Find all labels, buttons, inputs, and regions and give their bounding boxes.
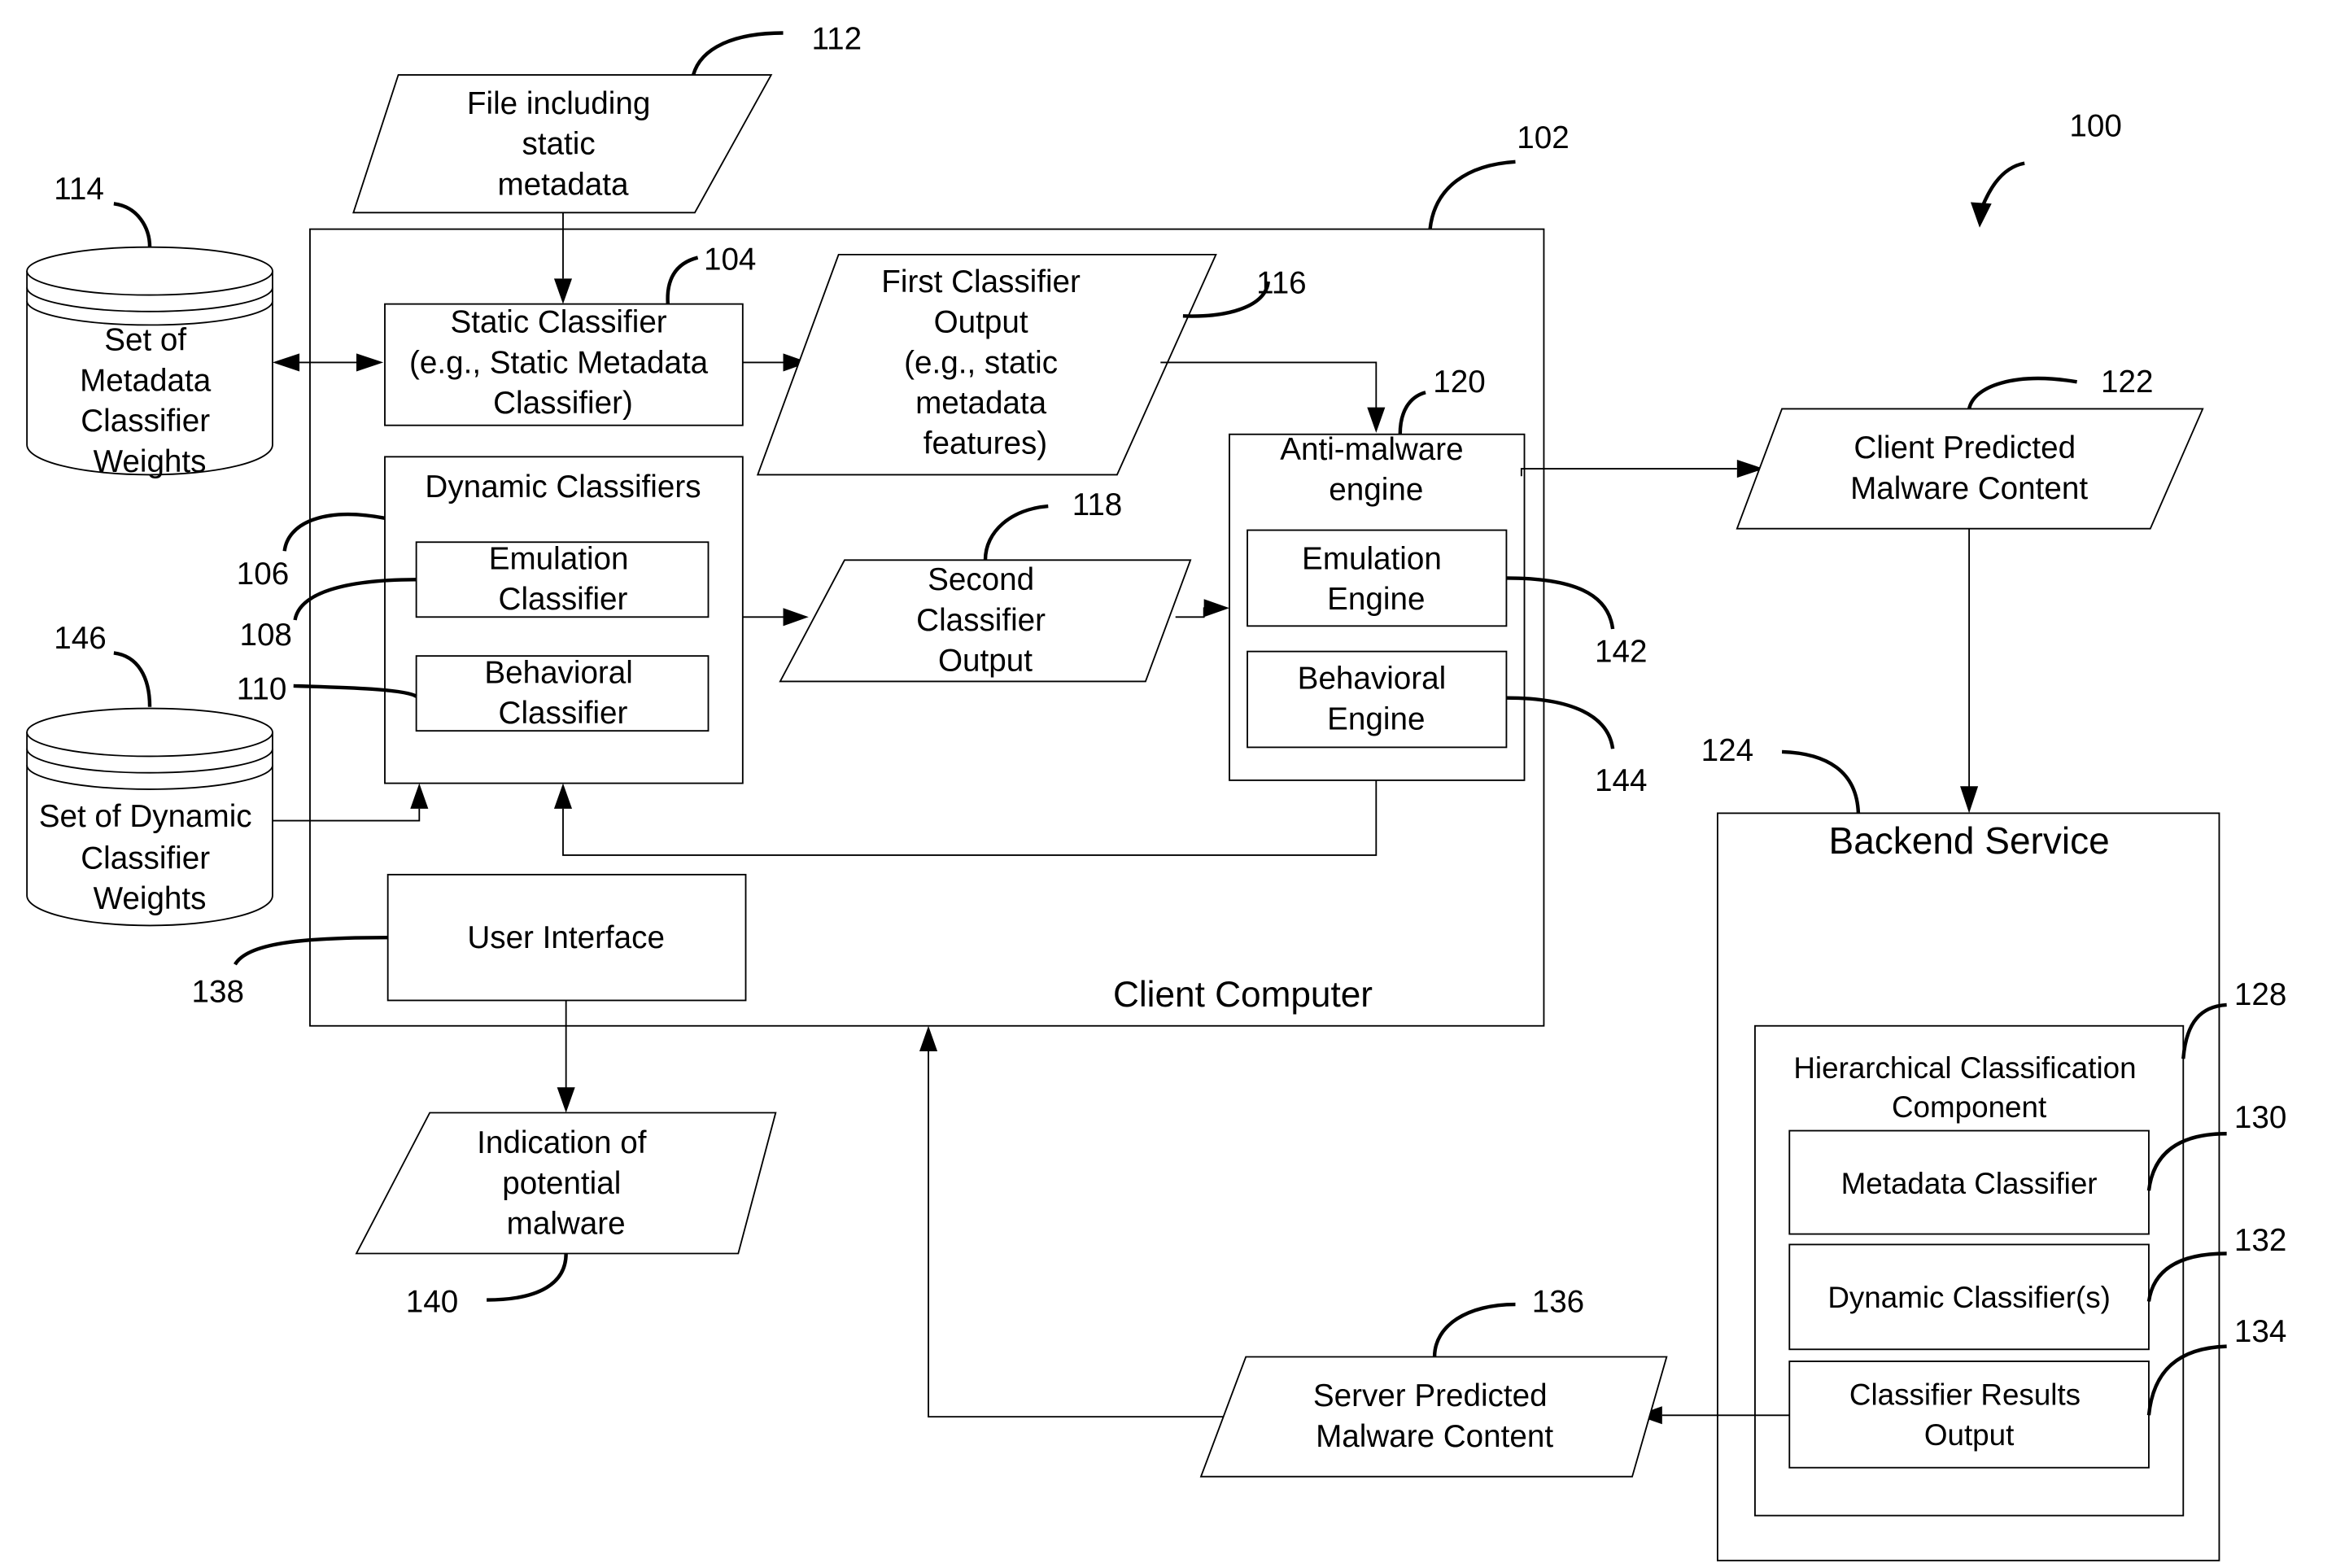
label-line: Emulation: [1302, 541, 1442, 576]
label-line: Classifier: [81, 841, 210, 876]
ref-122: 122: [2101, 365, 2153, 400]
label-line: Emulation: [489, 541, 629, 576]
label-line: Classifier): [493, 386, 633, 421]
ref-142: 142: [1595, 634, 1647, 669]
label-line: Output: [938, 644, 1033, 679]
ref-108: 108: [239, 618, 291, 653]
ref-100-arrowhead: [1970, 202, 1992, 228]
label-line: Set of: [104, 323, 186, 358]
label-line: Classifier: [916, 603, 1046, 638]
arrowhead-left: [272, 353, 300, 372]
dynamic-classifiers-label: Dynamic Classifiers: [425, 470, 701, 504]
label-line: Indication of: [477, 1125, 647, 1160]
label-line: Static Classifier: [451, 305, 667, 340]
ref-124-leader: [1781, 749, 1861, 814]
label-line: Malware Content: [1316, 1419, 1553, 1454]
ref-100: 100: [2069, 108, 2121, 143]
user-interface-label: User Interface: [467, 920, 665, 955]
ref-136: 136: [1532, 1284, 1584, 1319]
ref-102: 102: [1517, 120, 1569, 155]
file-input-line: metadata: [497, 167, 629, 202]
label-line: features): [923, 426, 1047, 461]
label-line: Classifier Results: [1849, 1378, 2081, 1411]
engine-to-client-predicted-line: [1520, 468, 1737, 477]
label-line: Classifier: [499, 582, 628, 617]
ref-112-leader: [691, 31, 784, 76]
label-line: Engine: [1327, 582, 1425, 617]
label-line: Output: [934, 305, 1028, 340]
ref-122-leader: [1967, 376, 2077, 410]
metadata-classifier-label: Metadata Classifier: [1841, 1167, 2098, 1200]
ref-106: 106: [237, 557, 289, 592]
label-line: Client Predicted: [1854, 430, 2076, 465]
ref-144: 144: [1595, 763, 1647, 798]
file-input-line: File including: [467, 86, 650, 121]
label-line: Classifier: [81, 404, 210, 439]
dynamic-classifiers-backend-label: Dynamic Classifier(s): [1827, 1281, 2111, 1314]
label-line: engine: [1329, 473, 1423, 508]
dynamic-classifiers-box: [384, 456, 744, 784]
label-line: (e.g., Static Metadata: [409, 345, 709, 380]
ref-120: 120: [1433, 365, 1485, 400]
label-line: Second: [928, 562, 1034, 597]
server-predicted-to-client-arrowhead: [919, 1025, 938, 1052]
label-line: Hierarchical Classification: [1793, 1051, 2136, 1085]
ref-114: 114: [54, 172, 104, 207]
label-line: Anti-malware: [1280, 432, 1463, 467]
label-line: Weights: [94, 881, 207, 916]
label-line: Metadata: [80, 363, 212, 398]
ref-124: 124: [1701, 733, 1753, 768]
ref-146: 146: [54, 621, 106, 656]
metadata-weights-database: [26, 246, 273, 476]
label-line: Classifier: [499, 696, 628, 731]
ref-136-leader: [1432, 1302, 1516, 1357]
label-line: Malware Content: [1850, 471, 2088, 506]
label-line: potential: [502, 1166, 621, 1201]
ref-118: 118: [1072, 487, 1123, 522]
label-line: Engine: [1327, 701, 1425, 736]
label-line: Component: [1892, 1090, 2046, 1124]
label-line: Weights: [94, 444, 207, 479]
ref-112: 112: [811, 22, 862, 57]
backend-service-label: Backend Service: [1829, 819, 2110, 862]
ui-to-indication-arrowhead: [557, 1087, 575, 1113]
patent-diagram: 100 Client Computer 102 File including s…: [26, 22, 2286, 1561]
label-line: (e.g., static: [904, 345, 1058, 380]
label-line: Set of Dynamic: [39, 799, 252, 834]
ref-140-leader: [487, 1253, 568, 1302]
label-line: malware: [507, 1207, 626, 1242]
label-line: metadata: [915, 386, 1047, 421]
ref-102-leader: [1428, 159, 1516, 229]
label-line: Behavioral: [1298, 662, 1447, 697]
label-line: Behavioral: [484, 655, 633, 690]
client-computer-label: Client Computer: [1113, 975, 1373, 1015]
ref-114-leader: [113, 202, 152, 247]
ref-146-leader: [113, 651, 152, 707]
ref-138: 138: [192, 974, 244, 1009]
ref-100-leader: [1979, 161, 2025, 211]
ref-128: 128: [2234, 977, 2286, 1012]
file-input-line: static: [522, 127, 596, 162]
ref-132: 132: [2234, 1223, 2286, 1258]
ref-104: 104: [704, 242, 756, 277]
server-predicted-shape: [1199, 1356, 1668, 1478]
label-line: First Classifier: [881, 264, 1081, 299]
server-predicted-to-client-line: [928, 1051, 1224, 1418]
ref-130: 130: [2234, 1100, 2286, 1135]
label-line: Output: [1924, 1418, 2014, 1452]
ref-134: 134: [2234, 1314, 2286, 1349]
ref-110: 110: [237, 672, 287, 707]
ref-140: 140: [406, 1284, 458, 1319]
client-predicted-to-backend-arrowhead: [1960, 786, 1979, 814]
client-predicted-shape: [1736, 408, 2204, 530]
label-line: Server Predicted: [1313, 1378, 1548, 1413]
